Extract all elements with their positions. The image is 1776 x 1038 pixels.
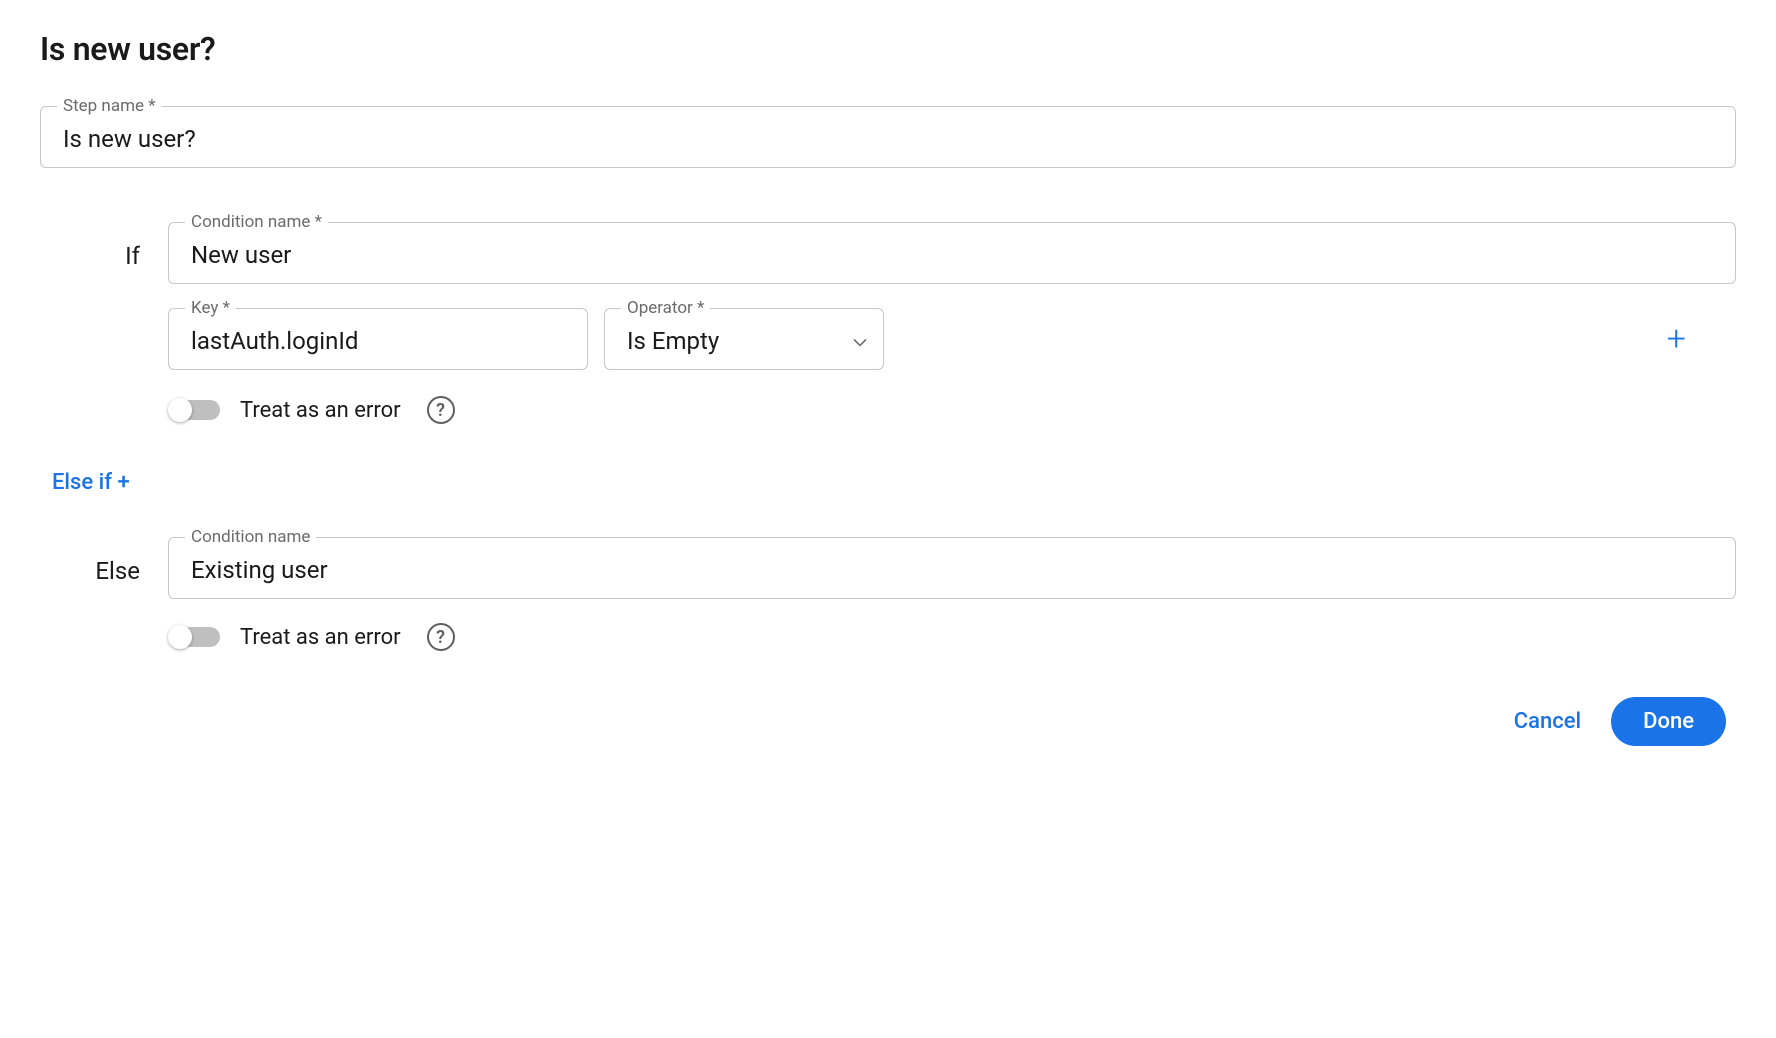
help-icon[interactable]: ? bbox=[427, 623, 455, 651]
if-treat-as-error-label: Treat as an error bbox=[240, 398, 401, 423]
page-title: Is new user? bbox=[40, 30, 1736, 68]
chevron-down-icon bbox=[853, 331, 867, 350]
key-label: Key * bbox=[185, 298, 236, 318]
if-treat-as-error-toggle[interactable] bbox=[168, 398, 220, 422]
operator-field[interactable]: Operator * Is Empty bbox=[604, 308, 884, 370]
add-condition-button[interactable]: + bbox=[1667, 322, 1686, 356]
operator-label: Operator * bbox=[621, 298, 710, 318]
step-name-field[interactable]: Step name * bbox=[40, 106, 1736, 168]
toggle-thumb bbox=[168, 398, 192, 422]
else-treat-as-error-label: Treat as an error bbox=[240, 625, 401, 650]
step-name-input[interactable] bbox=[63, 125, 1713, 153]
help-icon[interactable]: ? bbox=[427, 396, 455, 424]
else-condition-name-input[interactable] bbox=[191, 556, 1713, 584]
key-field[interactable]: Key * bbox=[168, 308, 588, 370]
plus-icon: + bbox=[1667, 319, 1686, 359]
toggle-thumb bbox=[168, 625, 192, 649]
else-treat-as-error-toggle[interactable] bbox=[168, 625, 220, 649]
step-name-label: Step name * bbox=[57, 96, 162, 116]
cancel-button[interactable]: Cancel bbox=[1514, 709, 1581, 734]
done-button[interactable]: Done bbox=[1611, 697, 1726, 746]
else-condition-name-label: Condition name bbox=[185, 527, 316, 547]
if-condition-name-field[interactable]: Condition name * bbox=[168, 222, 1736, 284]
if-condition-name-label: Condition name * bbox=[185, 212, 328, 232]
if-condition-name-input[interactable] bbox=[191, 241, 1713, 269]
else-condition-name-field[interactable]: Condition name bbox=[168, 537, 1736, 599]
else-if-add-link[interactable]: Else if + bbox=[52, 470, 130, 495]
operator-value[interactable]: Is Empty bbox=[627, 327, 719, 355]
else-label: Else bbox=[40, 551, 140, 585]
key-input[interactable] bbox=[191, 327, 565, 355]
if-label: If bbox=[40, 236, 140, 270]
